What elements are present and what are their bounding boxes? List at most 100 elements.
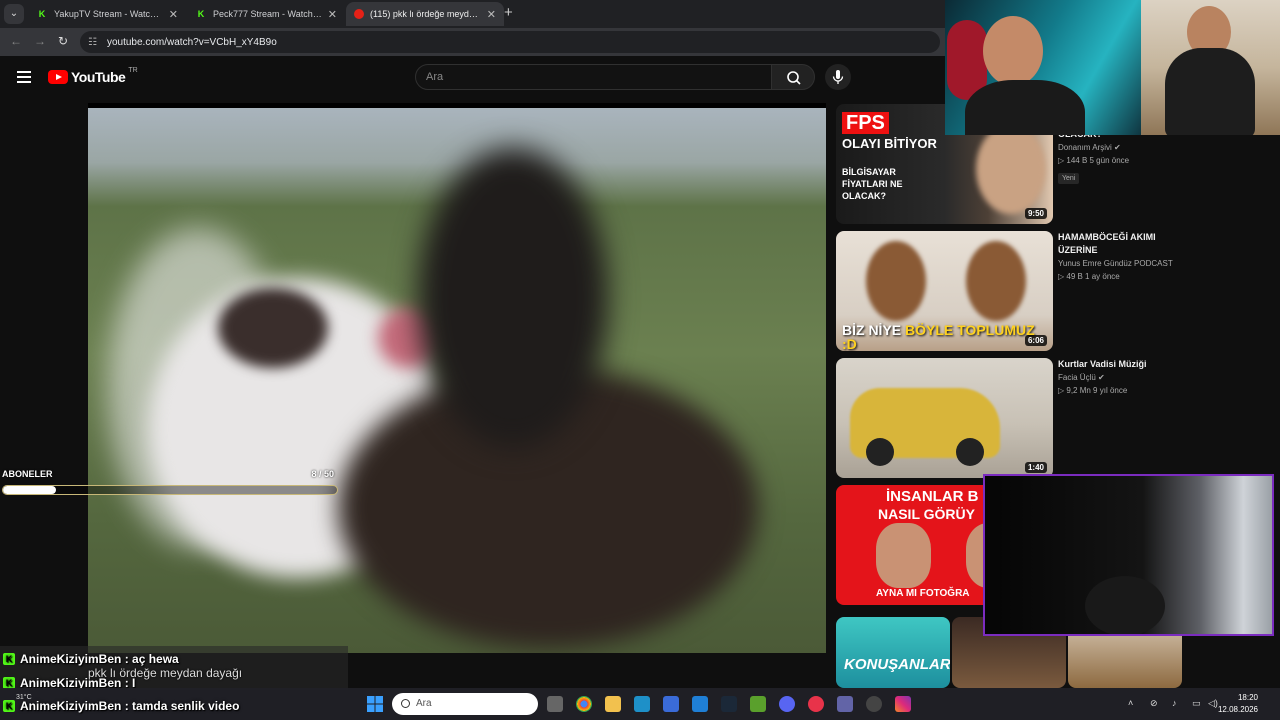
recommendation-item[interactable]: 1:40 Kurtlar Vadisi Müziği Facia Üçlü ✔ …: [836, 358, 1276, 478]
video-player[interactable]: [88, 103, 826, 653]
video-meta: Kurtlar Vadisi Müziği Facia Üçlü ✔ ▷ 9,2…: [1058, 358, 1258, 397]
webcam-streamer-1: [945, 0, 1141, 135]
obs-icon[interactable]: [866, 696, 882, 712]
video-duration: 9:50: [1024, 208, 1047, 219]
webcam-streamer-2: [1141, 0, 1280, 135]
chat-separator: :: [121, 652, 133, 666]
file-explorer-icon[interactable]: [605, 696, 621, 712]
search-icon: [787, 71, 801, 85]
search-input[interactable]: [415, 64, 772, 90]
thumbnail-text: İNSANLAR B: [886, 488, 979, 505]
reload-icon[interactable]: ↻: [58, 34, 68, 48]
mail-icon[interactable]: [692, 696, 708, 712]
tab-peck777[interactable]: K Peck777 Stream - Watch Live o ✕: [187, 2, 345, 26]
thumbnail-text: BİLGİSAYAR FİYATLARI NE OLACAK?: [842, 167, 903, 201]
logo-text: YouTube: [71, 69, 126, 85]
close-icon[interactable]: ✕: [487, 8, 496, 21]
network-icon[interactable]: ⊘: [1150, 698, 1158, 709]
microphone-icon: [832, 70, 844, 84]
kick-icon: K: [38, 9, 46, 19]
chat-message: K AnimeKiziyimBen : aç hewa: [3, 652, 179, 666]
thumbnail-character: [866, 241, 926, 321]
thumbnail-text: OLAYI BİTİYOR: [842, 136, 937, 151]
video-stats: ▷ 49 B 1 ay önce: [1058, 272, 1120, 281]
tab-title: (115) pkk lı ördeğe meydan da: [370, 9, 481, 19]
video-meta: HAMAMBÖCEĞİ AKIMI ÜZERİNE Yunus Emre Gün…: [1058, 231, 1258, 283]
close-icon[interactable]: ✕: [169, 8, 178, 21]
taskbar-search[interactable]: Ara: [392, 693, 538, 715]
tab-yakuptv[interactable]: K YakupTV Stream - Watch Live o ✕: [28, 2, 186, 26]
subscriber-progress-bar: [2, 485, 338, 495]
system-clock[interactable]: 18:20 12.08.2026: [1218, 692, 1258, 716]
subscriber-goal-count: 8 / 50: [311, 469, 334, 479]
volume-icon[interactable]: ◁): [1208, 698, 1218, 709]
webcam-person-body: [965, 80, 1085, 135]
discord-icon[interactable]: [779, 696, 795, 712]
thumbnail-text: AYNA MI FOTOĞRA: [876, 588, 970, 599]
channel-name[interactable]: Facia Üçlü ✔: [1058, 371, 1258, 384]
thumbnail-text: BİZ NİYE BÖYLE TOPLUMUZ :D: [842, 323, 1053, 351]
thumbnail-text: KONUŞANLAR: [844, 656, 950, 673]
forward-icon[interactable]: →: [34, 34, 46, 48]
url-text: youtube.com/watch?v=VCbH_xY4B9o: [106, 36, 277, 48]
tab-youtube[interactable]: (115) pkk lı ördeğe meydan da ✕: [346, 2, 504, 26]
chat-message: K AnimeKiziyimBen : tamda senlik video: [3, 699, 239, 713]
verified-icon: ✔: [1098, 373, 1105, 382]
video-title[interactable]: Kurtlar Vadisi Müziği: [1058, 358, 1258, 371]
new-badge: Yeni: [1058, 173, 1080, 184]
tab-search-button[interactable]: ⌄: [4, 4, 24, 24]
media-player-icon[interactable]: [808, 696, 824, 712]
webcam-person: [1085, 576, 1165, 634]
short-thumbnail[interactable]: KONUŞANLAR: [836, 617, 950, 688]
youtube-logo[interactable]: YouTube TR: [48, 66, 138, 85]
microphone-icon[interactable]: ♪: [1172, 698, 1177, 708]
monitor-icon[interactable]: [634, 696, 650, 712]
instagram-icon[interactable]: [895, 696, 911, 712]
thumbnail-text: FPS: [842, 112, 889, 134]
video-thumbnail[interactable]: 1:40: [836, 358, 1053, 478]
video-stats: ▷ 9,2 Mn 9 yıl önce: [1058, 386, 1128, 395]
chat-text: tamda senlik video: [132, 699, 240, 713]
search-button[interactable]: [771, 64, 815, 90]
subscriber-goal: ABONELER 8 / 50: [2, 469, 338, 495]
menu-icon[interactable]: [17, 71, 31, 86]
verified-icon: ✔: [1114, 143, 1121, 152]
screen: ⌄ K YakupTV Stream - Watch Live o ✕ K Pe…: [0, 0, 1280, 720]
address-bar[interactable]: ☷ youtube.com/watch?v=VCbH_xY4B9o: [80, 31, 940, 53]
channel-name[interactable]: Donanım Arşivi ✔: [1058, 141, 1258, 154]
chrome-icon[interactable]: [576, 696, 592, 712]
windows-start-icon[interactable]: [367, 696, 383, 712]
youtube-play-icon: [48, 70, 68, 84]
store-icon[interactable]: [663, 696, 679, 712]
voice-search-button[interactable]: [825, 64, 851, 90]
clock-date: 12.08.2026: [1217, 705, 1258, 714]
new-tab-button[interactable]: +: [504, 4, 513, 21]
kick-icon: K: [197, 9, 205, 19]
video-title[interactable]: HAMAMBÖCEĞİ AKIMI ÜZERİNE: [1058, 231, 1178, 257]
channel-name-text: Donanım Arşivi: [1058, 143, 1112, 152]
video-stats: ▷ 144 B 5 gün önce: [1058, 156, 1130, 165]
display-icon[interactable]: ▭: [1192, 698, 1201, 709]
channel-name-text: Facia Üçlü: [1058, 373, 1096, 382]
chat-user: AnimeKiziyimBen: [20, 699, 122, 713]
steam-icon[interactable]: [721, 696, 737, 712]
back-icon[interactable]: ←: [10, 34, 22, 48]
thumbnail-face: [876, 523, 931, 588]
webcam-streamer-3: [983, 474, 1274, 636]
site-info-icon[interactable]: ☷: [88, 37, 97, 48]
close-icon[interactable]: ✕: [328, 8, 337, 21]
game-icon[interactable]: [750, 696, 766, 712]
webcam-person: [983, 16, 1043, 86]
tab-title: Peck777 Stream - Watch Live o: [213, 9, 322, 19]
chat-text: aç hewa: [132, 652, 179, 666]
recommendation-item[interactable]: BİZ NİYE BÖYLE TOPLUMUZ :D 6:06 HAMAMBÖC…: [836, 231, 1276, 351]
chevron-up-icon[interactable]: ˄: [1128, 698, 1133, 708]
teams-icon[interactable]: [837, 696, 853, 712]
task-view-icon[interactable]: [547, 696, 563, 712]
subscriber-progress-fill: [3, 486, 57, 494]
channel-name[interactable]: Yunus Emre Gündüz PODCAST: [1058, 257, 1258, 270]
country-code: TR: [128, 66, 138, 74]
video-thumbnail[interactable]: BİZ NİYE BÖYLE TOPLUMUZ :D 6:06: [836, 231, 1053, 351]
video-duration: 1:40: [1024, 462, 1047, 473]
thumbnail-wheel: [956, 438, 984, 466]
